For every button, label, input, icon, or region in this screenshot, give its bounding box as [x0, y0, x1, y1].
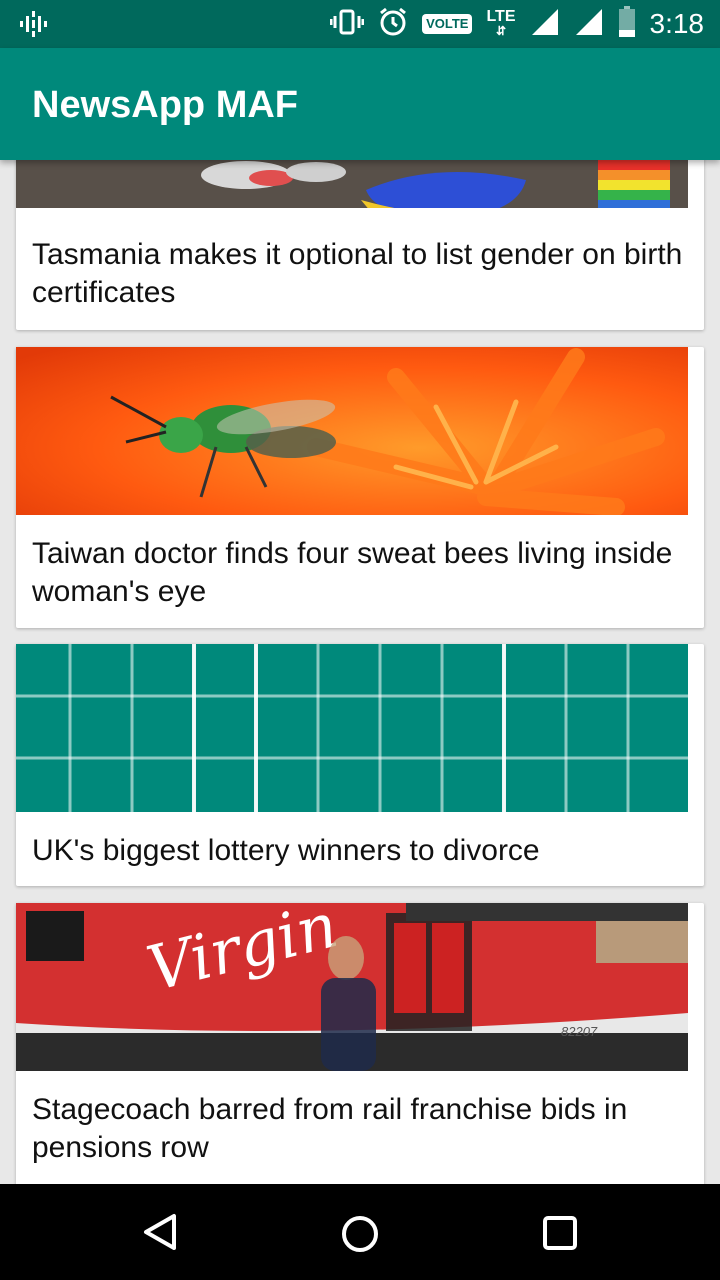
article-image-placeholder — [16, 644, 688, 812]
podcast-icon — [18, 10, 50, 43]
volte-badge: VOLTE — [422, 14, 473, 34]
status-bar: VOLTE LTE ⇵ 3:18 — [0, 0, 720, 48]
recents-icon[interactable] — [542, 1215, 578, 1256]
article-card[interactable]: Tasmania makes it optional to list gende… — [16, 160, 704, 330]
article-headline: Taiwan doctor finds four sweat bees livi… — [32, 537, 673, 608]
article-headline: UK's biggest lottery winners to divorce — [32, 834, 540, 867]
app-title: NewsApp MAF — [32, 84, 298, 126]
article-card[interactable]: Virgin 82207 Stagecoach barred from rail… — [16, 903, 704, 1184]
article-card[interactable]: Taiwan doctor finds four sweat bees livi… — [16, 347, 704, 628]
home-icon[interactable] — [340, 1214, 380, 1259]
app-bar: NewsApp MAF — [0, 48, 720, 160]
article-image — [16, 160, 688, 208]
article-headline: Tasmania makes it optional to list gende… — [32, 238, 683, 309]
article-image — [16, 347, 688, 515]
back-icon[interactable] — [142, 1212, 178, 1257]
alarm-icon — [378, 7, 408, 42]
lte-icon: LTE ⇵ — [486, 8, 516, 39]
battery-icon — [618, 5, 636, 43]
news-list[interactable]: Tasmania makes it optional to list gende… — [0, 160, 720, 1184]
train-number: 82207 — [561, 1024, 598, 1039]
article-card[interactable]: UK's biggest lottery winners to divorce — [16, 644, 704, 886]
vibrate-icon — [329, 8, 365, 41]
lte-label: LTE — [486, 8, 516, 25]
signal-icon — [530, 7, 560, 42]
article-headline: Stagecoach barred from rail franchise bi… — [32, 1093, 628, 1164]
clock: 3:18 — [649, 8, 705, 39]
article-image: Virgin 82207 — [16, 903, 688, 1071]
signal-icon — [574, 7, 604, 42]
navigation-bar — [0, 1184, 720, 1280]
